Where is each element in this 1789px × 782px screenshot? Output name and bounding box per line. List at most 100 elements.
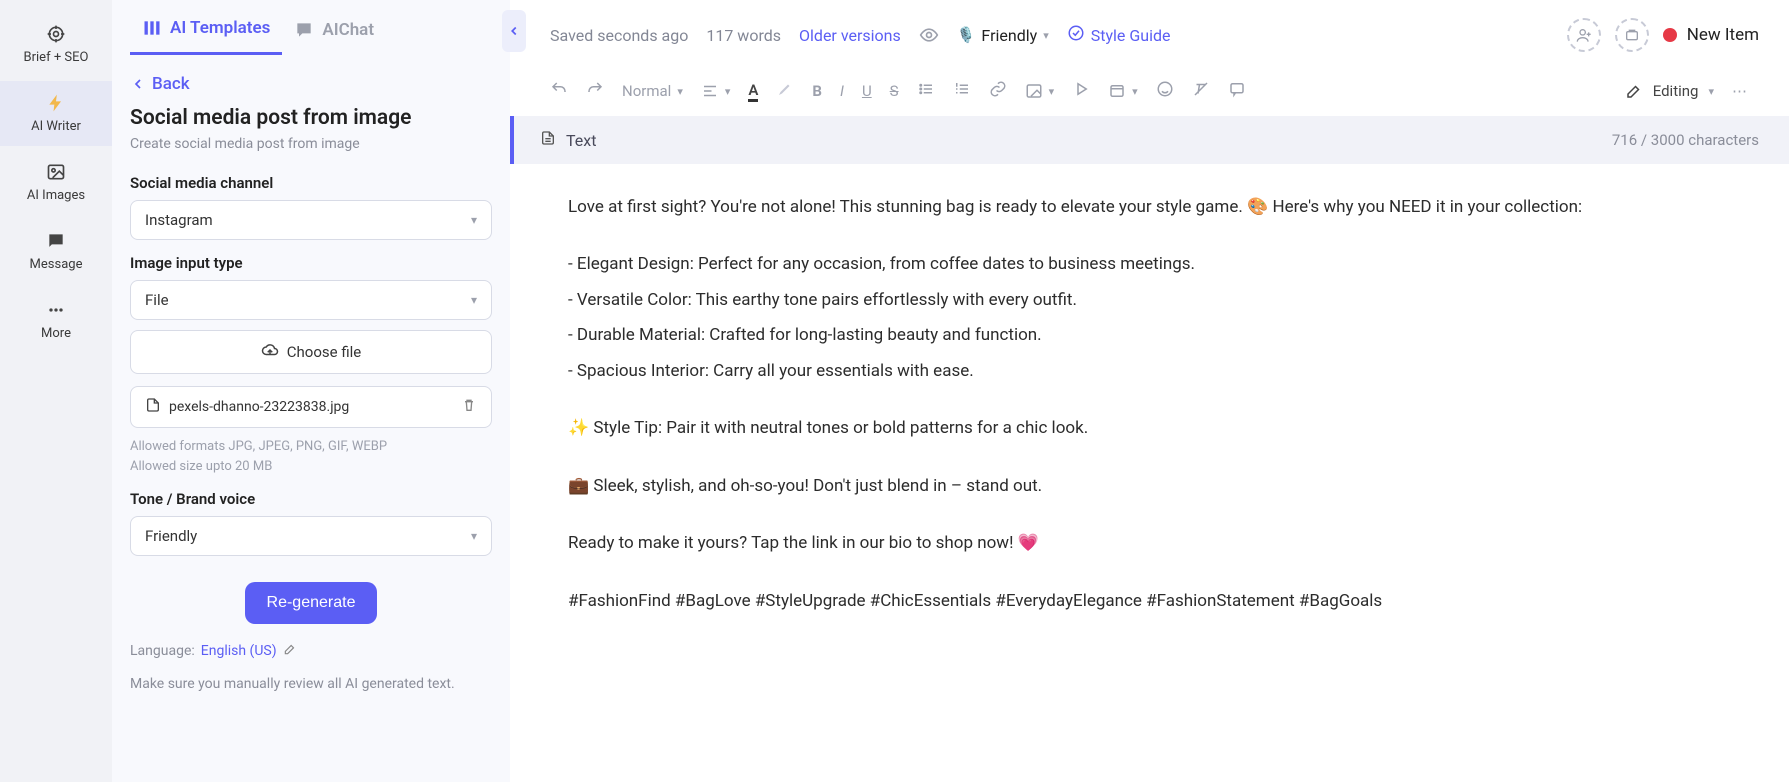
rail-ai-writer[interactable]: AI Writer	[0, 81, 112, 146]
collapse-panel-button[interactable]	[502, 10, 526, 52]
chevron-down-icon: ▾	[471, 213, 477, 227]
para-hashtags: #FashionFind #BagLove #StyleUpgrade #Chi…	[568, 586, 1739, 617]
tone-label: Friendly	[981, 26, 1037, 45]
chat-icon	[46, 231, 66, 251]
numbered-list-button[interactable]	[953, 80, 971, 102]
chevron-down-icon: ▾	[471, 293, 477, 307]
text-block-header: Text 716 / 3000 characters	[510, 116, 1789, 164]
tab-ai-chat[interactable]: AIChat	[282, 0, 386, 55]
document-icon	[540, 130, 556, 150]
back-label: Back	[152, 74, 190, 94]
check-badge-icon	[1067, 24, 1085, 46]
older-versions-link[interactable]: Older versions	[799, 26, 901, 45]
language-row: Language: English (US)	[130, 642, 492, 660]
file-icon	[145, 397, 161, 417]
templates-panel: AI Templates AIChat Back Social media po…	[112, 0, 510, 782]
bullet-1: - Elegant Design: Perfect for any occasi…	[568, 249, 1739, 280]
tone-select[interactable]: Friendly ▾	[130, 516, 492, 556]
input-type-label: Image input type	[130, 254, 492, 272]
word-count: 117 words	[706, 26, 781, 45]
bold-button[interactable]: B	[812, 82, 822, 100]
rail-item-label: AI Images	[27, 188, 85, 203]
chevron-down-icon: ▾	[1043, 29, 1049, 42]
delete-file-button[interactable]	[461, 397, 477, 417]
allowed-formats-hint: Allowed formats JPG, JPEG, PNG, GIF, WEB…	[130, 438, 492, 456]
regenerate-button[interactable]: Re-generate	[245, 582, 378, 624]
align-dropdown[interactable]: ▾	[701, 82, 731, 100]
language-label: Language:	[130, 643, 195, 659]
choose-file-button[interactable]: Choose file	[130, 330, 492, 374]
channel-select[interactable]: Instagram ▾	[130, 200, 492, 240]
rail-brief-seo[interactable]: Brief + SEO	[0, 12, 112, 77]
tab-label: AI Templates	[170, 18, 270, 38]
edit-language-button[interactable]	[283, 642, 297, 660]
insert-block-dropdown[interactable]: ▾	[1108, 82, 1138, 100]
channel-value: Instagram	[145, 211, 213, 229]
new-item-label: New Item	[1687, 25, 1759, 45]
italic-button[interactable]: I	[840, 82, 844, 100]
comment-button[interactable]	[1228, 80, 1246, 102]
tab-ai-templates[interactable]: AI Templates	[130, 0, 282, 55]
left-rail: Brief + SEO AI Writer AI Images Message …	[0, 0, 112, 782]
allowed-size-hint: Allowed size upto 20 MB	[130, 458, 492, 476]
chevron-down-icon: ▾	[1049, 85, 1055, 98]
clear-formatting-button[interactable]	[1192, 80, 1210, 102]
more-toolbar-button[interactable]: ⋯	[1732, 82, 1749, 100]
insert-image-dropdown[interactable]: ▾	[1025, 82, 1055, 100]
chevron-down-icon: ▾	[1132, 85, 1138, 98]
highlight-button[interactable]	[776, 80, 794, 102]
language-value[interactable]: English (US)	[201, 643, 277, 659]
editing-mode-label: Editing	[1653, 82, 1699, 100]
input-type-select[interactable]: File ▾	[130, 280, 492, 320]
review-hint: Make sure you manually review all AI gen…	[130, 674, 492, 695]
redo-button[interactable]	[586, 80, 604, 102]
add-user-button[interactable]	[1567, 18, 1601, 52]
microphone-icon: 🎙️	[957, 26, 976, 44]
editing-mode-dropdown[interactable]: Editing ▾	[1625, 82, 1714, 100]
back-link[interactable]: Back	[112, 56, 510, 106]
chevron-down-icon: ▾	[1708, 85, 1714, 98]
panel-title: Social media post from image	[130, 106, 492, 130]
rail-more[interactable]: More	[0, 288, 112, 353]
chevron-down-icon: ▾	[471, 529, 477, 543]
strike-button[interactable]: S	[890, 82, 899, 100]
para-tip: ✨ Style Tip: Pair it with neutral tones …	[568, 413, 1739, 444]
para-intro: Love at first sight? You're not alone! T…	[568, 192, 1739, 223]
file-name: pexels-dhanno-23223838.jpg	[169, 399, 349, 415]
paragraph-style-dropdown[interactable]: Normal ▾	[622, 82, 683, 100]
saved-status: Saved seconds ago	[550, 26, 688, 45]
rail-item-label: Brief + SEO	[24, 50, 89, 65]
panel-subtitle: Create social media post from image	[130, 136, 492, 152]
panel-body: Social media post from image Create soci…	[112, 106, 510, 713]
editor-body[interactable]: Love at first sight? You're not alone! T…	[510, 164, 1789, 661]
new-item-button[interactable]: New Item	[1663, 25, 1759, 45]
insert-video-button[interactable]	[1072, 80, 1090, 102]
style-guide-button[interactable]: Style Guide	[1067, 24, 1171, 46]
image-icon	[46, 162, 66, 182]
selected-file: pexels-dhanno-23223838.jpg	[130, 386, 492, 428]
tone-value: Friendly	[145, 527, 197, 545]
choose-file-label: Choose file	[287, 343, 361, 361]
preview-button[interactable]	[919, 25, 939, 45]
status-dot-icon	[1663, 28, 1677, 42]
rail-message[interactable]: Message	[0, 219, 112, 284]
tab-label: AIChat	[322, 20, 374, 40]
bullet-2: - Versatile Color: This earthy tone pair…	[568, 285, 1739, 316]
rail-item-label: More	[41, 326, 71, 341]
underline-button[interactable]: U	[862, 82, 872, 100]
dots-icon	[46, 300, 66, 320]
chevron-down-icon: ▾	[725, 85, 731, 98]
text-color-button[interactable]: A	[748, 81, 758, 102]
bolt-icon	[46, 93, 66, 113]
tone-dropdown[interactable]: 🎙️ Friendly ▾	[957, 26, 1049, 45]
add-asset-button[interactable]	[1615, 18, 1649, 52]
link-button[interactable]	[989, 80, 1007, 102]
paragraph-style-value: Normal	[622, 82, 671, 100]
rail-ai-images[interactable]: AI Images	[0, 150, 112, 215]
editor-topbar: Saved seconds ago 117 words Older versio…	[510, 0, 1789, 60]
chat-bubble-icon	[294, 20, 314, 40]
chevron-down-icon: ▾	[677, 85, 683, 98]
emoji-button[interactable]	[1156, 80, 1174, 102]
undo-button[interactable]	[550, 80, 568, 102]
bullet-list-button[interactable]	[917, 80, 935, 102]
